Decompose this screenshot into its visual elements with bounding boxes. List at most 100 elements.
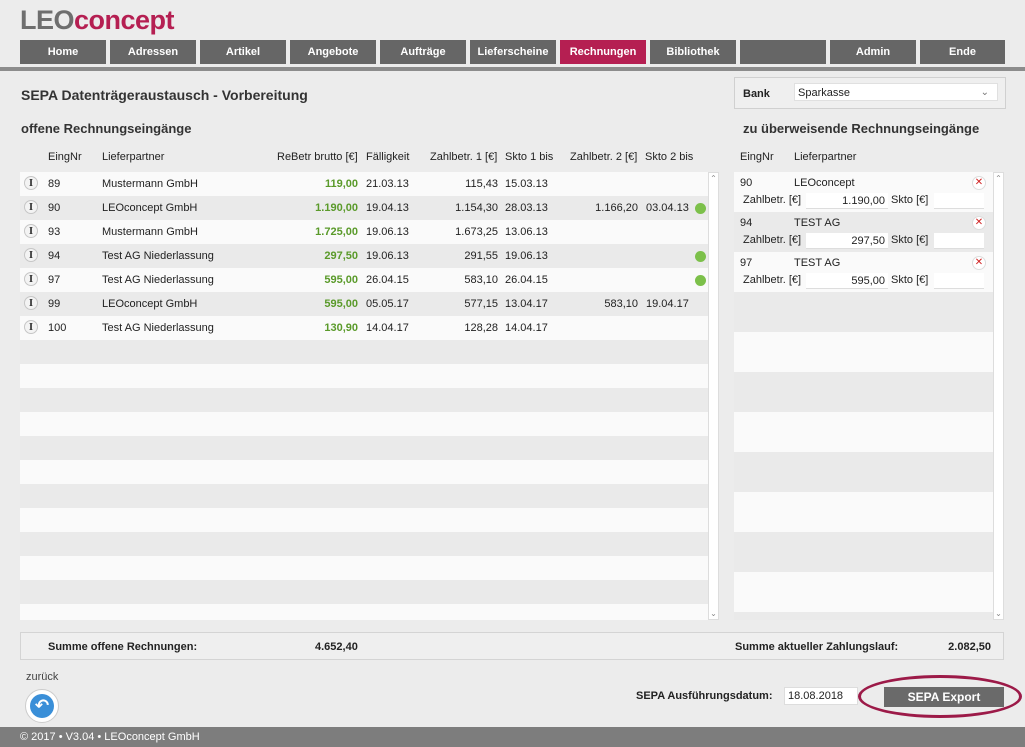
cell-z1: 115,43 <box>465 178 498 190</box>
cell-nr: 90 <box>48 202 61 214</box>
list-item: 97 TEST AG ✕ Zahlbetr. [€] 595,00 Skto [… <box>734 252 993 292</box>
amount-label: Zahlbetr. [€] <box>743 274 802 286</box>
tab-ende[interactable]: Ende <box>920 40 1005 64</box>
cell-brutto: 119,00 <box>324 178 358 190</box>
list-item: 90 LEOconcept ✕ Zahlbetr. [€] 1.190,00 S… <box>734 172 993 212</box>
info-icon[interactable]: I <box>24 176 38 190</box>
table-row[interactable]: I 94 Test AG Niederlassung 297,50 19.06.… <box>20 244 708 268</box>
info-icon[interactable]: I <box>24 296 38 310</box>
transfer-invoices-list: 90 LEOconcept ✕ Zahlbetr. [€] 1.190,00 S… <box>734 172 993 620</box>
execution-date-input[interactable]: 18.08.2018 <box>784 687 858 705</box>
col-header-skto2: Skto 2 bis <box>645 151 694 163</box>
chevron-down-icon: ⌄ <box>980 87 989 98</box>
cell-brutto: 130,90 <box>324 322 358 334</box>
cell-nr: 89 <box>48 178 61 190</box>
skto-label: Skto [€] <box>891 234 929 246</box>
tab-admin[interactable]: Admin <box>830 40 916 64</box>
amount-input[interactable]: 1.190,00 <box>806 193 888 209</box>
table-row[interactable]: I 89 Mustermann GmbH 119,00 21.03.13 115… <box>20 172 708 196</box>
table-row[interactable]: I 90 LEOconcept GmbH 1.190,00 19.04.13 1… <box>20 196 708 220</box>
transfer-invoices-scrollbar[interactable]: ⌃ ⌄ <box>993 172 1004 620</box>
open-invoices-title: offene Rechnungseingänge <box>21 121 192 136</box>
info-icon[interactable]: I <box>24 272 38 286</box>
tab-home[interactable]: Home <box>20 40 106 64</box>
scroll-down-icon[interactable]: ⌄ <box>994 609 1003 618</box>
tab-empty[interactable] <box>740 40 826 64</box>
tab-lieferscheine[interactable]: Lieferscheine <box>470 40 556 64</box>
amount-input[interactable]: 297,50 <box>806 233 888 249</box>
right-col-header-lieferpartner: Lieferpartner <box>794 151 857 163</box>
cell-due: 21.03.13 <box>366 178 409 190</box>
open-invoices-list: I 89 Mustermann GmbH 119,00 21.03.13 115… <box>20 172 708 620</box>
cell-partner: Mustermann GmbH <box>102 226 198 238</box>
bank-select[interactable]: Sparkasse ⌄ <box>794 83 998 101</box>
sum-open-value: 4.652,40 <box>315 641 358 653</box>
back-button[interactable]: ↶ <box>25 689 59 723</box>
table-row[interactable]: I 99 LEOconcept GmbH 595,00 05.05.17 577… <box>20 292 708 316</box>
scroll-up-icon[interactable]: ⌃ <box>994 174 1003 183</box>
cell-due: 19.06.13 <box>366 250 409 262</box>
info-icon[interactable]: I <box>24 248 38 262</box>
app-logo: LEOconcept <box>20 5 175 35</box>
skto-label: Skto [€] <box>891 194 929 206</box>
skto-input[interactable] <box>934 193 984 209</box>
cell-brutto: 297,50 <box>324 250 358 262</box>
cell-nr: 100 <box>48 322 67 334</box>
cell-partner: LEOconcept GmbH <box>102 202 198 214</box>
cell-z1: 128,28 <box>464 322 498 334</box>
info-icon[interactable]: I <box>24 224 38 238</box>
tab-adressen[interactable]: Adressen <box>110 40 196 64</box>
scroll-up-icon[interactable]: ⌃ <box>709 174 718 183</box>
footer-text: © 2017 • V3.04 • LEOconcept GmbH <box>20 731 200 743</box>
bank-label: Bank <box>743 88 770 100</box>
item-partner: TEST AG <box>794 217 841 229</box>
back-label: zurück <box>26 671 59 683</box>
cell-s1: 13.06.13 <box>505 226 548 238</box>
bank-panel: Bank Sparkasse ⌄ <box>734 77 1006 109</box>
cell-z2: 583,10 <box>604 298 638 310</box>
cell-z1: 291,55 <box>464 250 498 262</box>
main-nav: Home Adressen Artikel Angebote Aufträge … <box>20 40 1009 64</box>
transfer-invoices-title: zu überweisende Rechnungseingänge <box>743 121 980 136</box>
cell-s1: 13.04.17 <box>505 298 548 310</box>
logo-part-concept: concept <box>74 5 175 35</box>
cell-partner: LEOconcept GmbH <box>102 298 198 310</box>
scroll-down-icon[interactable]: ⌄ <box>709 609 718 618</box>
nav-divider <box>0 67 1025 71</box>
item-nr: 94 <box>740 217 753 229</box>
cell-brutto: 595,00 <box>324 298 358 310</box>
skto-input[interactable] <box>934 273 984 289</box>
tab-auftraege[interactable]: Aufträge <box>380 40 466 64</box>
remove-icon[interactable]: ✕ <box>972 216 986 230</box>
tab-bibliothek[interactable]: Bibliothek <box>650 40 736 64</box>
cell-partner: Test AG Niederlassung <box>102 322 214 334</box>
right-col-header-eingnr: EingNr <box>740 151 774 163</box>
open-invoices-scrollbar[interactable]: ⌃ ⌄ <box>708 172 719 620</box>
cell-nr: 93 <box>48 226 61 238</box>
page-title: SEPA Datenträgeraustausch - Vorbereitung <box>21 87 308 103</box>
status-dot <box>695 251 706 262</box>
remove-icon[interactable]: ✕ <box>972 176 986 190</box>
skto-label: Skto [€] <box>891 274 929 286</box>
table-row[interactable]: I 100 Test AG Niederlassung 130,90 14.04… <box>20 316 708 340</box>
cell-s1: 19.06.13 <box>505 250 548 262</box>
info-icon[interactable]: I <box>24 200 38 214</box>
tab-artikel[interactable]: Artikel <box>200 40 286 64</box>
tab-rechnungen[interactable]: Rechnungen <box>560 40 646 64</box>
cell-s1: 28.03.13 <box>505 202 548 214</box>
col-header-lieferpartner: Lieferpartner <box>102 151 165 163</box>
sum-transfer-value: 2.082,50 <box>948 641 991 653</box>
cell-partner: Test AG Niederlassung <box>102 274 214 286</box>
amount-input[interactable]: 595,00 <box>806 273 888 289</box>
remove-icon[interactable]: ✕ <box>972 256 986 270</box>
tab-angebote[interactable]: Angebote <box>290 40 376 64</box>
table-row[interactable]: I 93 Mustermann GmbH 1.725,00 19.06.13 1… <box>20 220 708 244</box>
table-row[interactable]: I 97 Test AG Niederlassung 595,00 26.04.… <box>20 268 708 292</box>
cell-brutto: 1.190,00 <box>315 202 358 214</box>
info-icon[interactable]: I <box>24 320 38 334</box>
footer: © 2017 • V3.04 • LEOconcept GmbH <box>0 727 1025 747</box>
skto-input[interactable] <box>934 233 984 249</box>
cell-nr: 99 <box>48 298 61 310</box>
list-item: 94 TEST AG ✕ Zahlbetr. [€] 297,50 Skto [… <box>734 212 993 252</box>
cell-brutto: 595,00 <box>324 274 358 286</box>
